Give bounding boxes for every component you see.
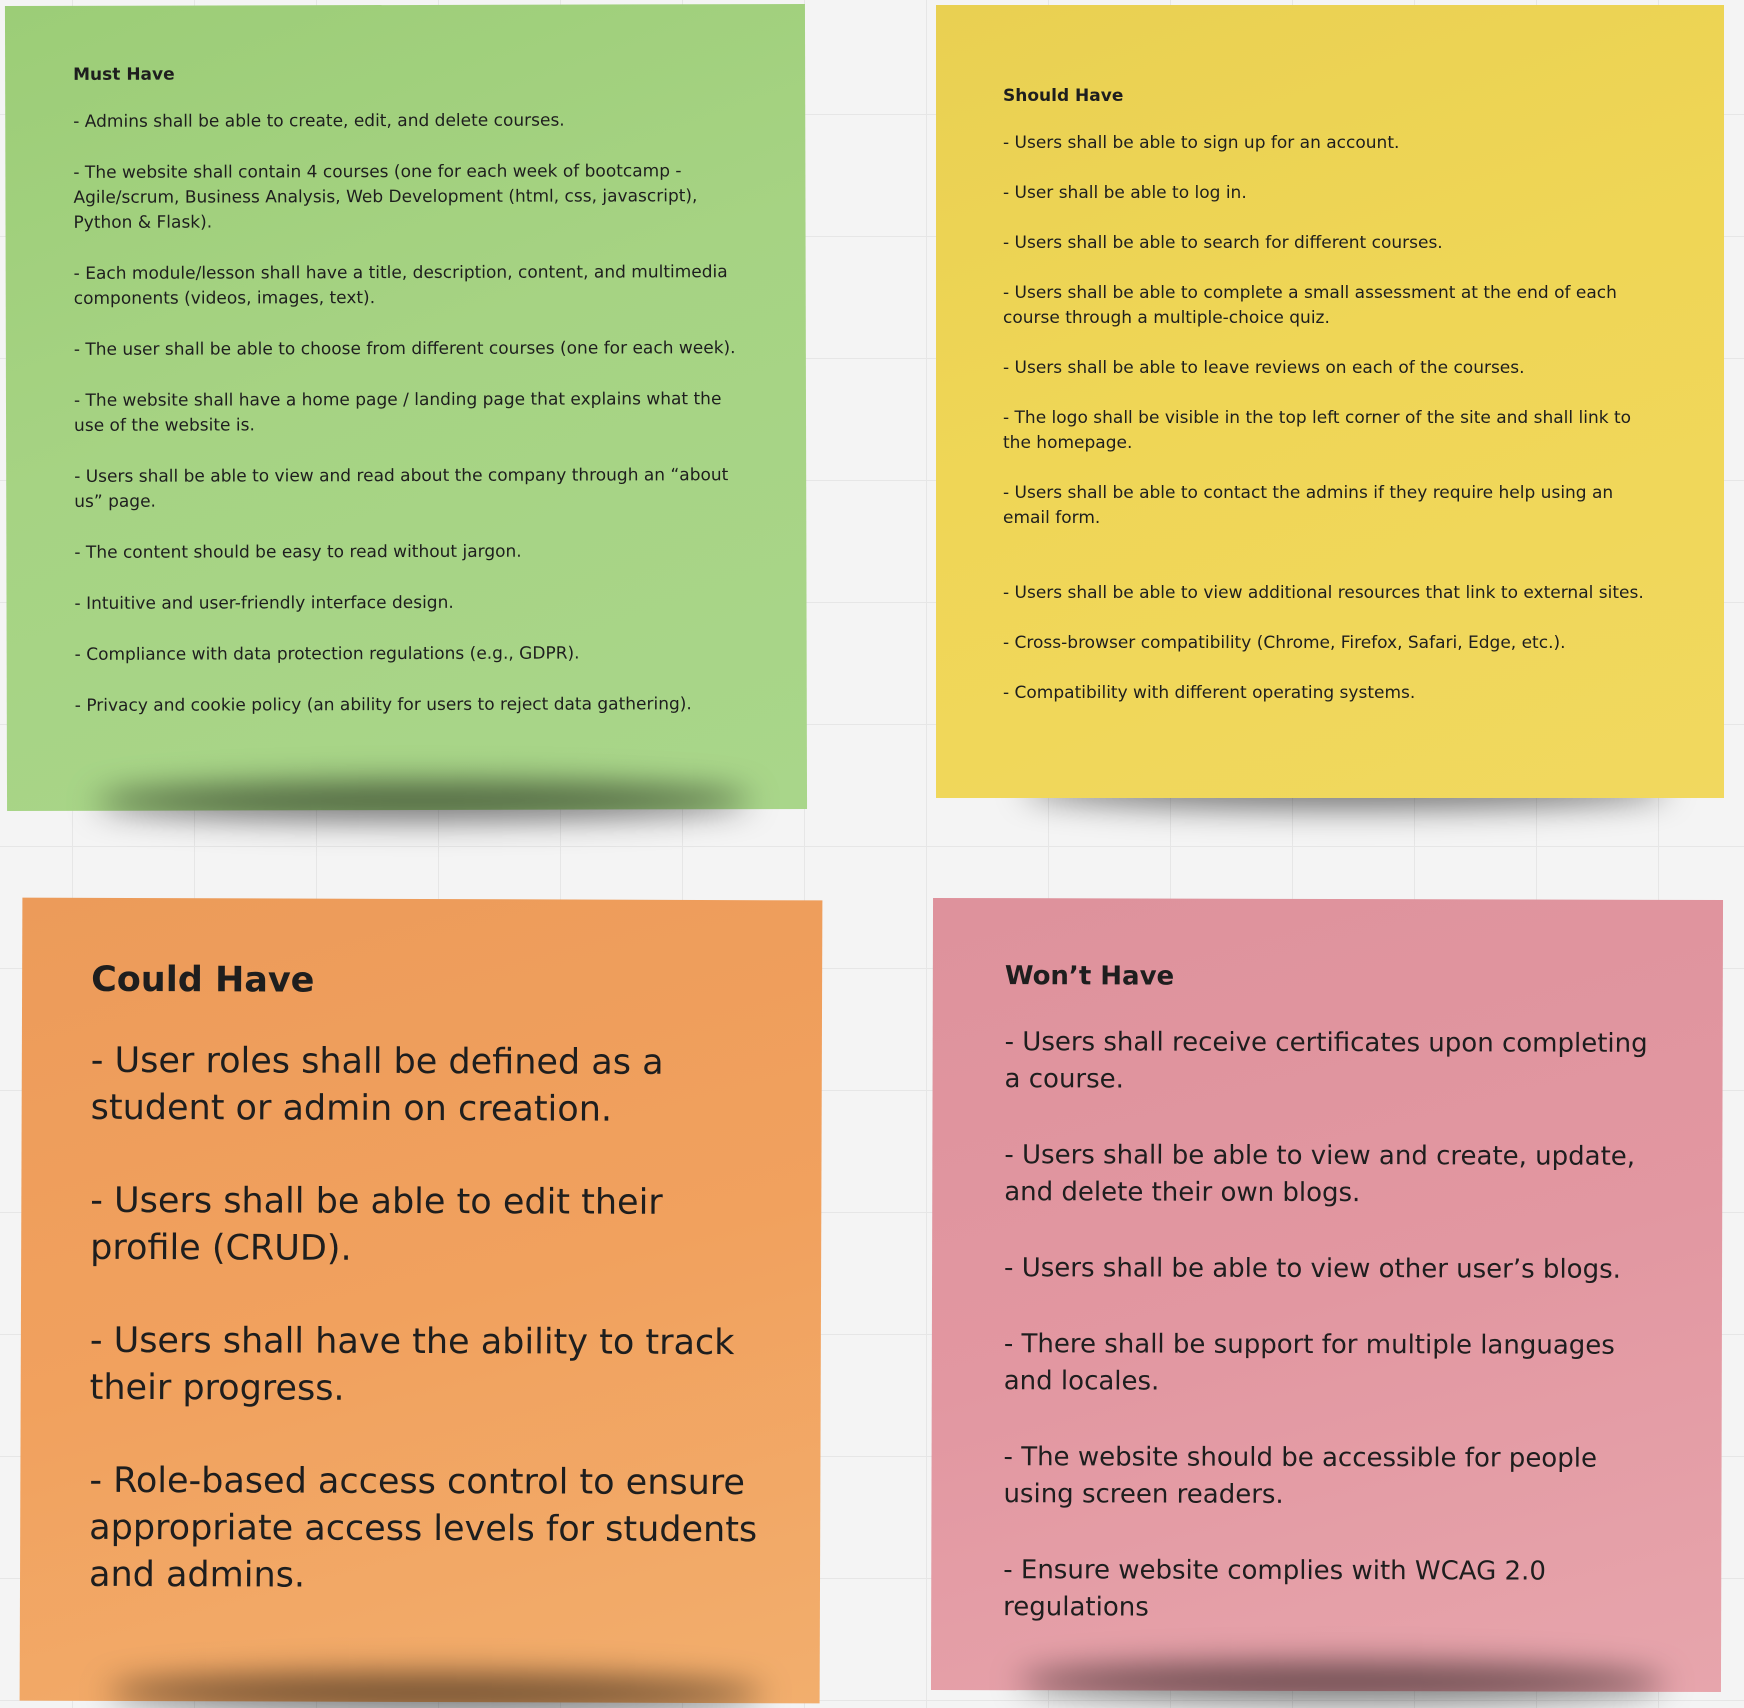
- list-item: - Users shall be able to search for diff…: [1003, 233, 1443, 254]
- note-title: Should Have: [1003, 86, 1124, 106]
- requirement-list: - Admins shall be able to create, edit, …: [73, 108, 737, 719]
- list-item: - Role-based access control to ensure ap…: [88, 1460, 758, 1596]
- list-item: - Users shall be able to view additional…: [1003, 583, 1644, 604]
- list-item: - The logo shall be visible in the top l…: [1003, 408, 1632, 454]
- list-item: - Compliance with data protection regula…: [74, 643, 580, 665]
- list-item: - The website should be accessible for p…: [1003, 1441, 1598, 1510]
- list-item: - Cross-browser compatibility (Chrome, F…: [1003, 633, 1566, 654]
- requirement-list: - User roles shall be defined as a stude…: [89, 1037, 762, 1600]
- whiteboard-canvas: Must Have - Admins shall be able to crea…: [0, 0, 1744, 1708]
- list-item: - Users shall be able to complete a smal…: [1003, 283, 1617, 329]
- list-item: - Users shall be able to leave reviews o…: [1003, 358, 1525, 379]
- list-item: - Ensure website complies with WCAG 2.0 …: [1003, 1554, 1546, 1623]
- requirement-list: - Users shall receive certificates upon …: [1003, 1024, 1663, 1628]
- list-item: - Users shall be able to edit their prof…: [90, 1180, 663, 1269]
- sticky-note-should-have[interactable]: Should Have - Users shall be able to sig…: [936, 5, 1724, 798]
- list-item: - User shall be able to log in.: [1003, 183, 1247, 204]
- sticky-note-wont-have[interactable]: Won’t Have - Users shall receive certifi…: [930, 897, 1724, 1693]
- list-item: - Users shall be able to view other user…: [1004, 1252, 1621, 1285]
- list-item: - Users shall receive certificates upon …: [1004, 1026, 1648, 1095]
- list-item: - There shall be support for multiple la…: [1003, 1328, 1615, 1397]
- list-item: - Compatibility with different operating…: [1003, 683, 1416, 704]
- list-item: - The website shall have a home page / l…: [73, 389, 722, 436]
- list-item: - The content should be easy to read wit…: [74, 541, 522, 563]
- list-item: - Privacy and cookie policy (an ability …: [74, 694, 692, 716]
- sticky-note-could-have[interactable]: Could Have - User roles shall be defined…: [19, 897, 823, 1704]
- note-title: Must Have: [73, 64, 175, 85]
- list-item: - The user shall be able to choose from …: [73, 338, 736, 360]
- note-title: Could Have: [91, 959, 315, 1001]
- list-item: - Users shall be able to view and read a…: [74, 465, 729, 512]
- sticky-note-must-have[interactable]: Must Have - Admins shall be able to crea…: [4, 3, 808, 812]
- list-item: - Intuitive and user-friendly interface …: [74, 592, 454, 614]
- list-item: - The website shall contain 4 courses (o…: [73, 161, 698, 233]
- note-title: Won’t Have: [1004, 961, 1175, 992]
- list-item: - Users shall be able to view and create…: [1004, 1139, 1636, 1208]
- list-item: - Users shall be able to sign up for an …: [1003, 133, 1400, 154]
- list-item: - User roles shall be defined as a stude…: [90, 1040, 664, 1130]
- list-item: - Users shall have the ability to track …: [89, 1320, 735, 1409]
- list-item: - Each module/lesson shall have a title,…: [73, 262, 728, 309]
- requirement-list: - Users shall be able to sign up for an …: [1003, 131, 1654, 706]
- list-item: - Users shall be able to contact the adm…: [1003, 483, 1614, 529]
- list-item: - Admins shall be able to create, edit, …: [73, 110, 565, 132]
